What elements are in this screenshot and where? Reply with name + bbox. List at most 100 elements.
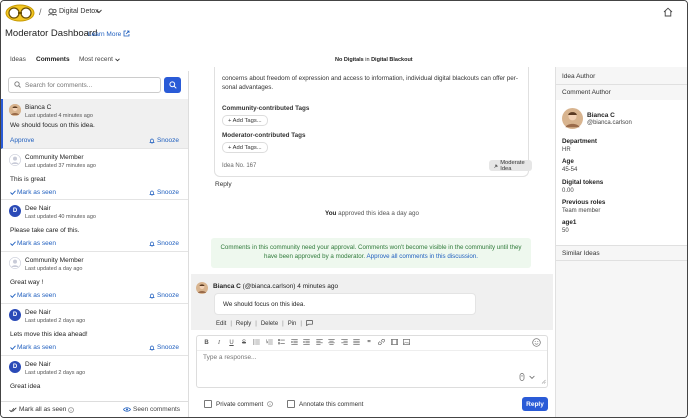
idea-title-campaign[interactable]: Digital Blackout: [371, 57, 413, 63]
approve-all-link[interactable]: Approve all comments in this discussion.: [367, 253, 478, 260]
edit-button[interactable]: Edit: [216, 321, 226, 327]
community-name[interactable]: Digital Detox: [59, 8, 99, 15]
mark-as-seen-button[interactable]: Mark as seen: [10, 240, 56, 247]
snooze-button[interactable]: Snooze: [149, 240, 179, 247]
italic-icon[interactable]: I: [216, 340, 223, 346]
field-label: Age: [562, 158, 574, 165]
pin-button[interactable]: Pin: [288, 321, 297, 327]
resize-handle[interactable]: [541, 379, 546, 386]
mark-as-seen-button[interactable]: Mark as seen: [10, 189, 56, 196]
tab-ideas[interactable]: Ideas: [10, 56, 26, 63]
list-item[interactable]: Community Member Last updated a day ago …: [1, 252, 188, 304]
idea-number: Idea No. 167: [222, 163, 257, 169]
bold-icon[interactable]: B: [203, 340, 210, 346]
reply-to-idea-link[interactable]: Reply: [215, 181, 232, 188]
divider: |: [282, 321, 284, 327]
community-tags-heading: Community-contributed Tags: [222, 105, 310, 112]
delete-button[interactable]: Delete: [261, 321, 278, 327]
bullet-list-icon[interactable]: [253, 339, 260, 347]
add-community-tags-button[interactable]: + Add Tags...: [222, 115, 268, 126]
justify-icon[interactable]: [353, 339, 360, 347]
tab-comments[interactable]: Comments: [36, 56, 70, 63]
search-input[interactable]: [25, 81, 155, 89]
comment-list-footer: Mark all as seen Seen comments: [1, 401, 188, 417]
seen-comments-button[interactable]: Seen comments: [123, 406, 180, 413]
author-card: Bianca C @bianca.carlson Department HR A…: [556, 100, 687, 248]
approval-status: You approved this idea a day ago: [191, 210, 553, 217]
home-icon[interactable]: [663, 7, 673, 19]
learn-more-link[interactable]: Learn More: [88, 30, 130, 39]
list-item[interactable]: D Dee Nair Last updated 40 minutes ago P…: [1, 200, 188, 252]
comment-author: Community Member: [25, 154, 84, 161]
outdent-icon[interactable]: [302, 339, 310, 347]
author-panel: Idea Author Comment Author Bianca C @bia…: [555, 67, 687, 417]
reply-button[interactable]: Reply: [236, 321, 251, 327]
video-icon[interactable]: [390, 339, 398, 347]
mark-as-seen-button[interactable]: Mark as seen: [10, 344, 56, 351]
mark-as-seen-label: Mark as seen: [17, 344, 57, 351]
sort-label: Most recent: [79, 56, 113, 63]
mark-all-seen-button[interactable]: Mark all as seen: [9, 406, 75, 413]
comment-author-name[interactable]: Bianca C: [213, 283, 241, 290]
comment-time: Last updated 4 minutes ago: [25, 113, 93, 119]
image-icon[interactable]: [403, 339, 411, 347]
seen-comments-label: Seen comments: [133, 406, 180, 413]
comment-text: Great idea: [10, 383, 41, 390]
align-center-icon[interactable]: [328, 339, 335, 347]
emoji-icon[interactable]: [532, 338, 541, 349]
list-item[interactable]: Bianca C Last updated 4 minutes ago We s…: [1, 99, 188, 149]
check-all-icon: [9, 407, 17, 412]
reply-submit-button[interactable]: Reply: [522, 397, 548, 411]
reply-textarea[interactable]: [203, 354, 503, 368]
strikethrough-icon[interactable]: S: [241, 340, 248, 346]
align-right-icon[interactable]: [340, 339, 348, 347]
similar-ideas-section[interactable]: Similar Ideas: [556, 245, 687, 261]
snooze-button[interactable]: Snooze: [149, 137, 179, 144]
brand-logo[interactable]: [5, 4, 35, 22]
list-item[interactable]: Community Member Last updated 37 minutes…: [1, 149, 188, 200]
reply-options: Private comment Annotate this comment Re…: [191, 395, 553, 415]
add-moderator-tags-button[interactable]: + Add Tags...: [222, 142, 268, 153]
search-button[interactable]: [164, 77, 181, 93]
idea-description-line2: sonal advantages.: [222, 83, 274, 91]
snooze-button[interactable]: Snooze: [149, 189, 179, 196]
avatar: [9, 154, 21, 166]
moderate-idea-button[interactable]: Moderate Idea: [489, 160, 532, 172]
list-item[interactable]: D Dee Nair Last updated 2 days ago Lets …: [1, 304, 188, 356]
comment-author-section[interactable]: Comment Author: [556, 85, 687, 101]
chevron-down-icon[interactable]: [529, 375, 535, 382]
numbered-list-icon[interactable]: [265, 339, 273, 347]
avatar: [9, 257, 21, 269]
mention-icon[interactable]: [519, 373, 525, 383]
checkbox-box: [287, 400, 295, 408]
snooze-button[interactable]: Snooze: [149, 344, 179, 351]
sort-dropdown[interactable]: Most recent: [79, 56, 120, 63]
approval-status-text: approved this idea a day ago: [336, 210, 420, 217]
annotate-comment-checkbox[interactable]: Annotate this comment: [287, 400, 363, 408]
search-box: [8, 77, 161, 93]
comment-bubble: We should focus on this idea.: [214, 293, 476, 315]
breadcrumb-separator: /: [39, 7, 42, 17]
annotate-icon[interactable]: [306, 320, 313, 328]
underline-icon[interactable]: U: [228, 340, 235, 346]
mark-as-seen-button[interactable]: Mark as seen: [10, 292, 56, 299]
list-item[interactable]: D Dee Nair Last updated 2 days ago Great…: [1, 356, 188, 396]
selected-comment: Bianca C (@bianca.carlson) 4 minutes ago…: [191, 274, 553, 330]
chevron-down-icon[interactable]: [96, 9, 102, 16]
private-comment-checkbox[interactable]: Private comment: [204, 400, 274, 408]
align-left-icon[interactable]: [315, 339, 323, 347]
indent-icon[interactable]: [290, 339, 298, 347]
snooze-button[interactable]: Snooze: [149, 292, 179, 299]
link-icon[interactable]: [378, 338, 385, 347]
quote-icon[interactable]: ": [366, 339, 373, 348]
avatar: [562, 108, 583, 129]
avatar: D: [9, 309, 21, 321]
field-value: Team member: [562, 208, 601, 214]
comment-actions: Edit | Reply | Delete | Pin |: [216, 320, 313, 328]
checklist-icon[interactable]: [278, 339, 285, 347]
search-icon: [168, 81, 177, 89]
external-link-icon: [123, 30, 130, 39]
approve-button[interactable]: Approve: [10, 137, 34, 144]
idea-author-section[interactable]: Idea Author: [556, 69, 687, 85]
avatar: D: [9, 361, 21, 373]
